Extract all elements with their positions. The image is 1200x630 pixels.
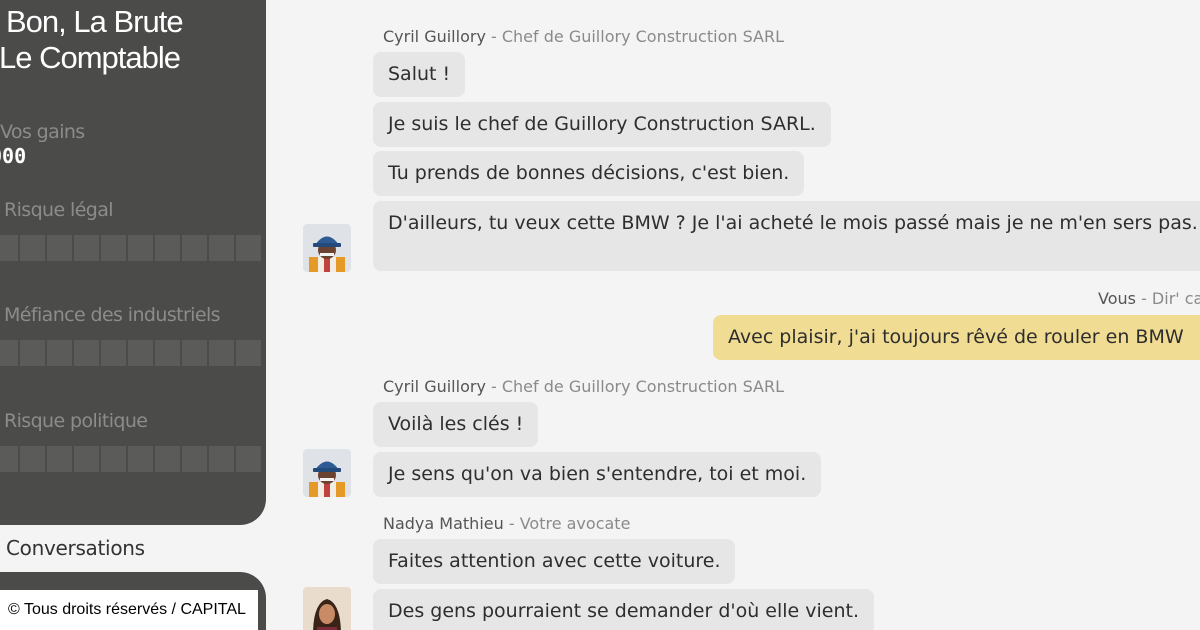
gains-value: 000 xyxy=(0,144,27,168)
worker-avatar-icon xyxy=(303,224,351,272)
meter-segment xyxy=(101,446,126,472)
meter-segment xyxy=(236,235,261,261)
message-bubble: Des gens pourraient se demander d'où ell… xyxy=(373,589,875,630)
sender-role: - Chef de Guillory Construction SARL xyxy=(491,377,785,396)
meter-segment xyxy=(101,235,126,261)
meter-segment xyxy=(209,235,234,261)
meter-segment xyxy=(155,340,180,366)
meter-segment xyxy=(0,235,18,261)
sender-name: Nadya Mathieu xyxy=(383,514,504,533)
sidebar: Bon, La Brute Le Comptable Vos gains 000… xyxy=(0,0,266,525)
meter-segment xyxy=(182,446,207,472)
message-bubble: Salut ! xyxy=(373,52,466,97)
meter-segment xyxy=(20,446,45,472)
meter-segment xyxy=(0,446,18,472)
game-title-line2: Le Comptable xyxy=(0,40,181,75)
legal-risk-label: Risque légal xyxy=(4,199,114,221)
meter-segment xyxy=(20,235,45,261)
meter-segment xyxy=(128,235,153,261)
meter-segment xyxy=(236,446,261,472)
message-bubble: Faites attention avec cette voiture. xyxy=(373,539,736,584)
message-sender: Vous - Dir' ca xyxy=(1098,289,1200,308)
meter-segment xyxy=(74,235,99,261)
political-risk-meter xyxy=(0,446,261,472)
conversations-tab[interactable]: Conversations xyxy=(6,536,145,560)
sender-role: - Dir' ca xyxy=(1141,289,1200,308)
meter-segment xyxy=(47,340,72,366)
meter-segment xyxy=(236,340,261,366)
message-bubble: Je sens qu'on va bien s'entendre, toi et… xyxy=(373,452,822,497)
meter-segment xyxy=(209,446,234,472)
game-title-line1: Bon, La Brute xyxy=(6,4,184,39)
my-message-bubble: Avec plaisir, j'ai toujours rêvé de roul… xyxy=(713,315,1200,360)
message-bubble: Voilà les clés ! xyxy=(373,402,539,447)
meter-segment xyxy=(0,340,18,366)
sender-role: - Votre avocate xyxy=(508,514,631,533)
message-sender: Cyril Guillory - Chef de Guillory Constr… xyxy=(383,27,784,46)
lawyer-avatar-icon xyxy=(303,587,351,630)
meter-segment xyxy=(47,235,72,261)
industrial-distrust-meter xyxy=(0,340,261,366)
message-bubble: Je suis le chef de Guillory Construction… xyxy=(373,102,831,147)
meter-segment xyxy=(128,446,153,472)
conversation-panel[interactable]: Cyril Guillory - Chef de Guillory Constr… xyxy=(276,0,1200,630)
meter-segment xyxy=(155,235,180,261)
industrial-distrust-label: Méfiance des industriels xyxy=(4,304,221,326)
message-sender: Nadya Mathieu - Votre avocate xyxy=(383,514,630,533)
meter-segment xyxy=(182,235,207,261)
meter-segment xyxy=(182,340,207,366)
meter-segment xyxy=(74,446,99,472)
message-bubble: Tu prends de bonnes décisions, c'est bie… xyxy=(373,151,805,196)
meter-segment xyxy=(209,340,234,366)
meter-segment xyxy=(101,340,126,366)
meter-segment xyxy=(128,340,153,366)
sender-name: Cyril Guillory xyxy=(383,27,486,46)
worker-avatar-icon xyxy=(303,449,351,497)
sender-name: Vous xyxy=(1098,289,1136,308)
legal-risk-meter xyxy=(0,235,261,261)
meter-segment xyxy=(20,340,45,366)
copyright-notice: © Tous droits réservés / CAPITAL xyxy=(0,590,258,630)
message-bubble: D'ailleurs, tu veux cette BMW ? Je l'ai … xyxy=(373,201,1200,271)
meter-segment xyxy=(155,446,180,472)
game-title: Bon, La Brute Le Comptable xyxy=(0,4,184,76)
sender-name: Cyril Guillory xyxy=(383,377,486,396)
sender-role: - Chef de Guillory Construction SARL xyxy=(491,27,785,46)
contact-avatar xyxy=(303,224,351,272)
contact-avatar xyxy=(303,449,351,497)
meter-segment xyxy=(47,446,72,472)
message-sender: Cyril Guillory - Chef de Guillory Constr… xyxy=(383,377,784,396)
contact-avatar xyxy=(303,587,351,630)
gains-label: Vos gains xyxy=(0,121,85,143)
political-risk-label: Risque politique xyxy=(4,410,148,432)
meter-segment xyxy=(74,340,99,366)
